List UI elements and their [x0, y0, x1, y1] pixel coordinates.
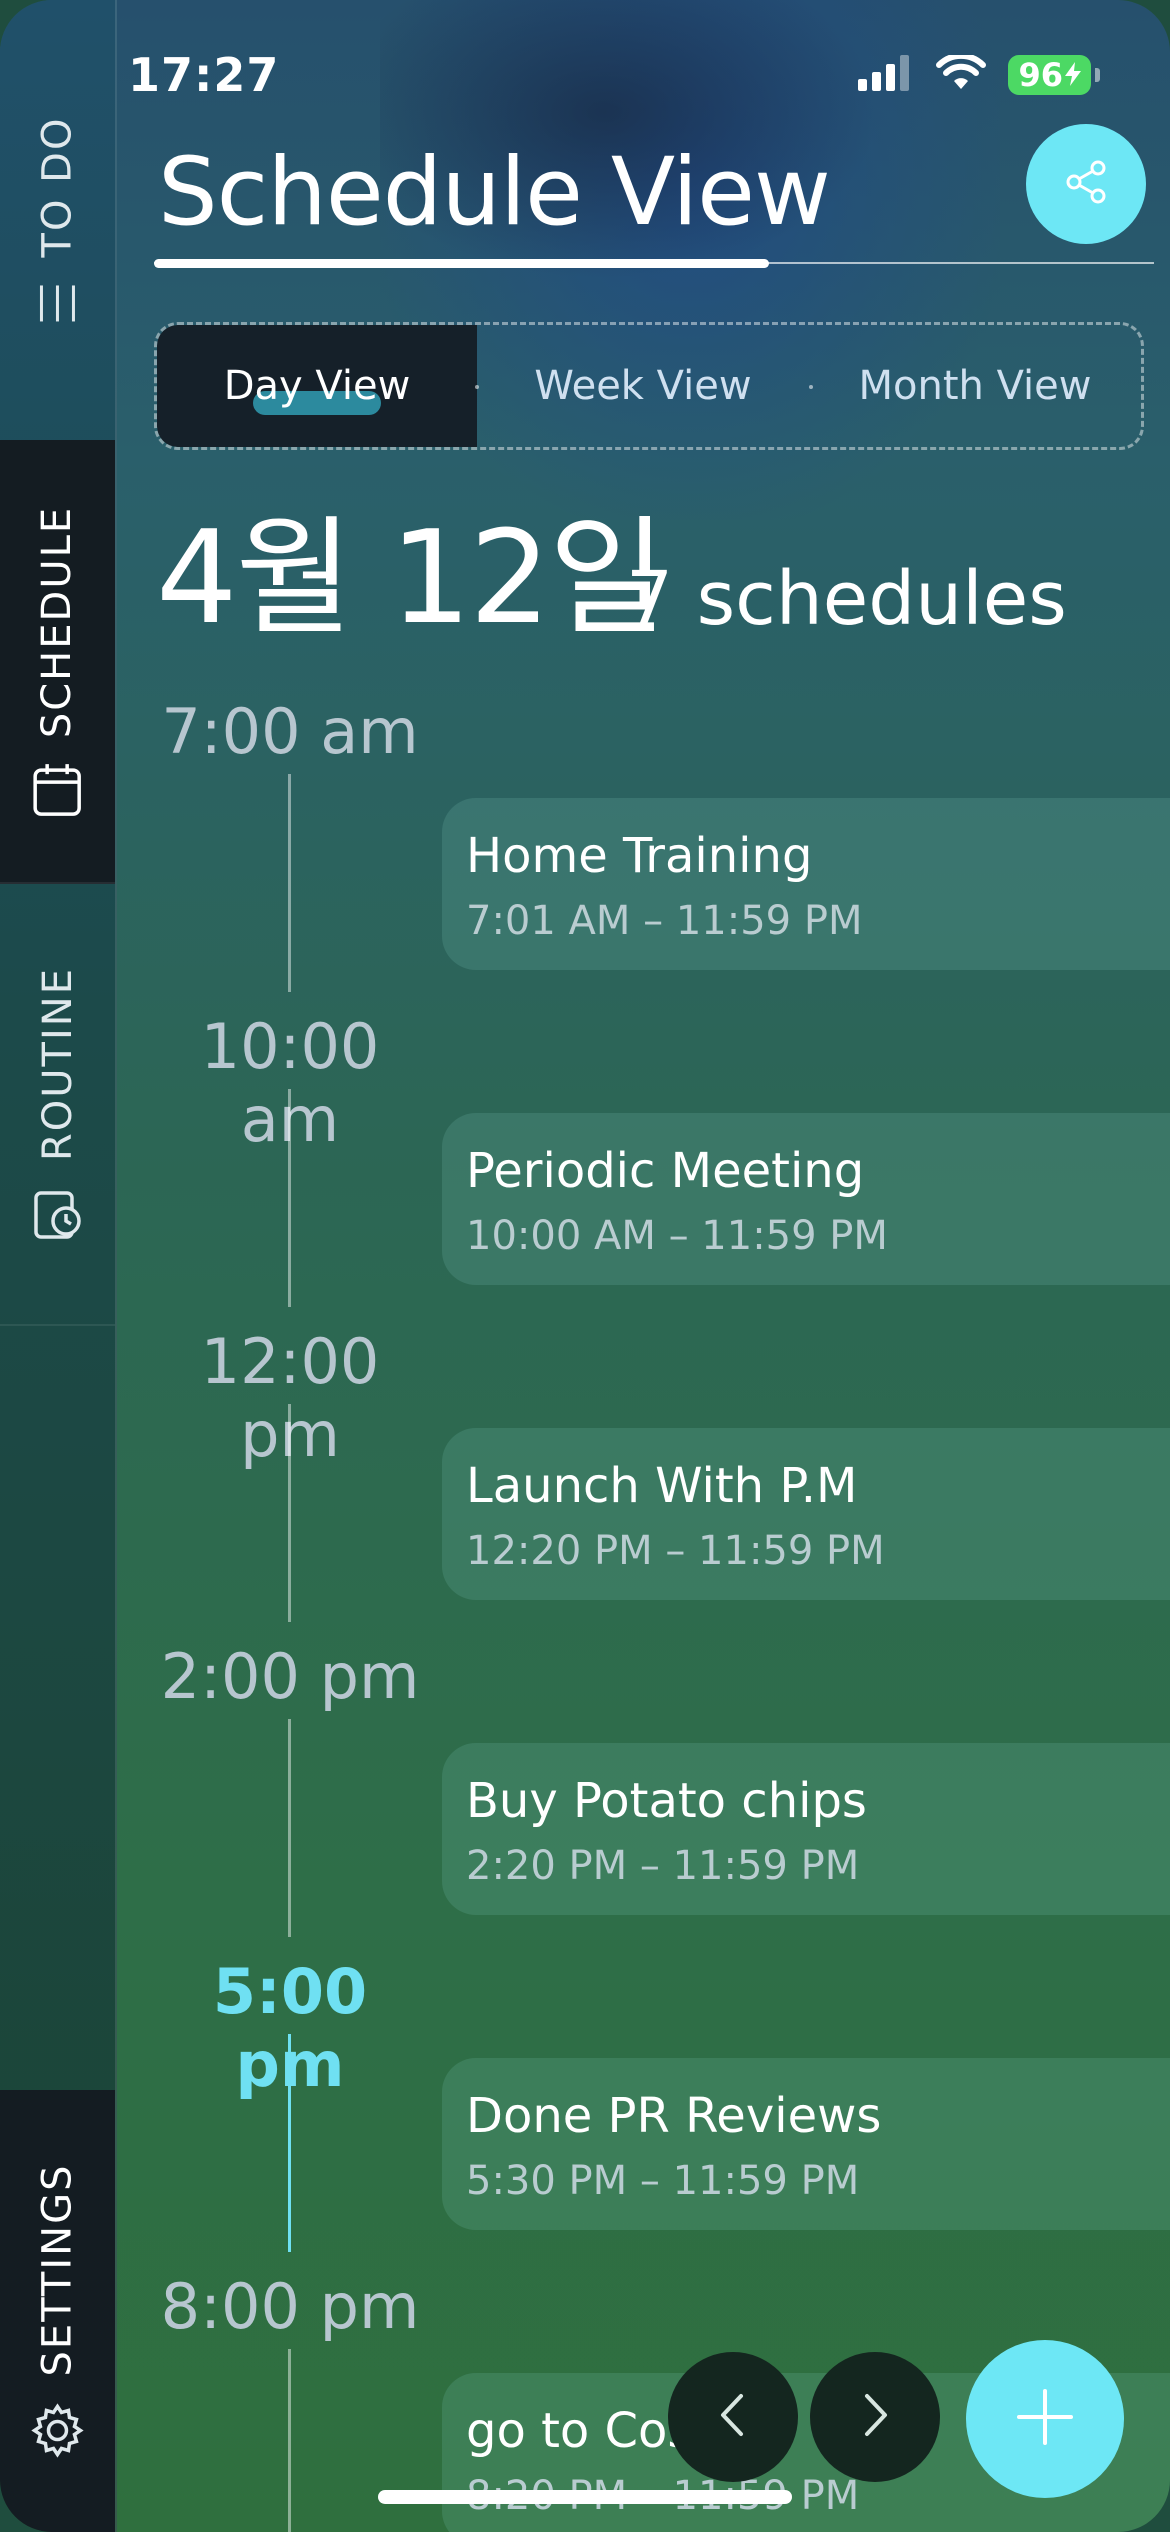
plus-icon: [1015, 2387, 1075, 2451]
tab-day-view[interactable]: Day View: [157, 325, 477, 447]
sidebar-item-label: ROUTINE: [34, 967, 81, 1161]
view-switcher: Day View Week View Month View: [154, 322, 1144, 450]
schedule-card[interactable]: Home Training 7:01 AM – 11:59 PM: [442, 798, 1170, 970]
status-icons: 96: [858, 52, 1100, 95]
timeline-line: [288, 1089, 291, 1307]
time-label: 2:00 pm: [160, 1640, 420, 1713]
schedule-card[interactable]: Launch With P.M 12:20 PM – 11:59 PM: [442, 1428, 1170, 1600]
tab-label: Day View: [223, 363, 411, 409]
time-label: 8:00 pm: [160, 2270, 420, 2343]
tab-separator: [475, 385, 479, 389]
home-indicator: [378, 2490, 792, 2504]
timeline-line: [288, 774, 291, 992]
cellular-signal-icon: [858, 55, 914, 95]
schedule-time-range: 10:00 AM – 11:59 PM: [466, 1213, 888, 1259]
schedule-title: Home Training: [466, 828, 813, 884]
wifi-icon: [936, 52, 987, 95]
sidebar-item-label: SCHEDULE: [34, 505, 81, 739]
schedule-count: 7 schedules: [626, 556, 1067, 642]
schedule-card[interactable]: Done PR Reviews 5:30 PM – 11:59 PM: [442, 2058, 1170, 2230]
schedule-time-range: 7:01 AM – 11:59 PM: [466, 898, 863, 944]
schedule-time-range: 12:20 PM – 11:59 PM: [466, 1528, 885, 1574]
battery-level: 96: [1018, 56, 1063, 94]
share-button[interactable]: [1026, 124, 1146, 244]
timeline-line: [288, 1404, 291, 1622]
page-title: Schedule View: [158, 138, 831, 247]
list-icon: [38, 281, 78, 325]
tab-separator: [809, 385, 813, 389]
timeline-line: [288, 2349, 291, 2532]
routine-clock-icon: [32, 1185, 84, 1241]
gear-icon: [30, 2402, 86, 2458]
battery-tip: [1095, 68, 1100, 82]
schedule-title: Buy Potato chips: [466, 1773, 867, 1829]
tab-label: Week View: [534, 363, 752, 409]
schedule-title: Launch With P.M: [466, 1458, 858, 1514]
timeline-line-current: [288, 2034, 291, 2252]
next-day-button[interactable]: [810, 2352, 940, 2482]
tab-label: Month View: [858, 363, 1092, 409]
timeline-line: [288, 1719, 291, 1937]
sidebar-item-schedule[interactable]: SCHEDULE: [0, 440, 115, 884]
chevron-left-icon: [713, 2390, 753, 2444]
app-screen: TO DO SCHEDULE ROUTINE SETTINGS 17:27 96…: [0, 0, 1170, 2532]
battery-indicator: 96: [1008, 55, 1091, 95]
schedule-card[interactable]: Buy Potato chips 2:20 PM – 11:59 PM: [442, 1743, 1170, 1915]
status-time: 17:27: [128, 48, 280, 102]
time-label: 7:00 am: [161, 695, 419, 768]
add-schedule-button[interactable]: [966, 2340, 1124, 2498]
charging-bolt-icon: [1065, 56, 1081, 94]
sidebar: TO DO SCHEDULE ROUTINE SETTINGS: [0, 0, 117, 2532]
schedule-title: Done PR Reviews: [466, 2088, 882, 2144]
sidebar-item-label: SETTINGS: [34, 2163, 81, 2377]
schedule-time-range: 5:30 PM – 11:59 PM: [466, 2158, 860, 2204]
calendar-icon: [32, 762, 84, 818]
schedule-card[interactable]: Periodic Meeting 10:00 AM – 11:59 PM: [442, 1113, 1170, 1285]
schedule-title: Periodic Meeting: [466, 1143, 865, 1199]
sidebar-item-routine[interactable]: ROUTINE: [0, 882, 115, 1326]
sidebar-item-todo[interactable]: TO DO: [0, 0, 115, 442]
title-underline-accent: [154, 259, 769, 268]
chevron-right-icon: [855, 2390, 895, 2444]
sidebar-item-settings[interactable]: SETTINGS: [0, 2090, 115, 2532]
tab-month-view[interactable]: Month View: [809, 325, 1141, 447]
date-heading: 4월 12일: [156, 504, 667, 653]
share-icon: [1062, 158, 1110, 210]
sidebar-item-label: TO DO: [34, 116, 81, 258]
previous-day-button[interactable]: [668, 2352, 798, 2482]
schedule-time-range: 2:20 PM – 11:59 PM: [466, 1843, 860, 1889]
tab-week-view[interactable]: Week View: [477, 325, 809, 447]
